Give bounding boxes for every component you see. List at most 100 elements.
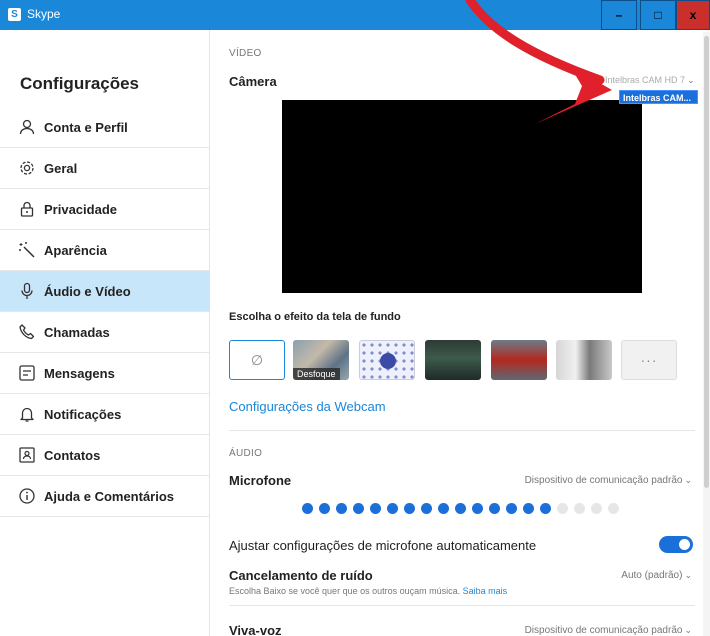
microphone-label: Microfone	[229, 473, 292, 488]
mic-level-dot	[489, 503, 500, 514]
sidebar-item-audio-e-video[interactable]: Áudio e Vídeo	[0, 271, 210, 312]
microphone-level-meter	[302, 503, 622, 515]
bell-icon	[18, 405, 36, 423]
mic-level-dot	[455, 503, 466, 514]
background-image-option[interactable]	[491, 340, 547, 380]
mic-level-dot	[353, 503, 364, 514]
chevron-down-icon: ⌄	[684, 475, 692, 485]
mic-level-dot	[591, 503, 602, 514]
mic-level-dot	[506, 503, 517, 514]
info-icon	[18, 487, 36, 505]
sidebar-item-label: Ajuda e Comentários	[44, 488, 175, 504]
sidebar-item-aparencia[interactable]: Aparência	[0, 230, 210, 271]
video-section-label: VÍDEO	[229, 48, 262, 59]
person-icon	[18, 118, 36, 136]
section-divider	[229, 605, 695, 606]
no-effect-icon: ∅	[250, 351, 264, 368]
mic-level-dot	[523, 503, 534, 514]
sidebar-item-label: Aparência	[44, 242, 107, 258]
more-backgrounds-button[interactable]: ···	[621, 340, 677, 380]
microphone-select-value: Dispositivo de comunicação padrão	[524, 475, 683, 486]
sidebar-item-label: Geral	[44, 160, 78, 176]
camera-select-value: Intelbras CAM HD 7	[605, 75, 686, 85]
maximize-button[interactable]: □	[640, 0, 676, 30]
section-divider	[229, 430, 695, 431]
background-blur-option[interactable]: Desfoque	[293, 340, 349, 380]
sidebar-item-ajuda-e-comentarios[interactable]: Ajuda e Comentários	[0, 476, 210, 517]
mic-level-dot	[387, 503, 398, 514]
maximize-icon: □	[654, 8, 662, 22]
noise-cancel-select[interactable]: Auto (padrão) ⌄	[621, 570, 692, 581]
background-image-option[interactable]	[425, 340, 481, 380]
close-button[interactable]: x	[676, 0, 710, 30]
camera-dropdown-option[interactable]: Intelbras CAM...	[619, 90, 698, 104]
more-icon: ···	[640, 352, 658, 368]
camera-preview	[282, 100, 642, 293]
sidebar-item-label: Notificações	[44, 406, 122, 422]
gear-icon	[18, 159, 36, 177]
mic-level-dot	[319, 503, 330, 514]
window-title: Skype	[27, 7, 61, 21]
scrollbar[interactable]	[703, 32, 710, 636]
learn-more-link[interactable]: Saiba mais	[463, 586, 508, 596]
mic-level-dot	[404, 503, 415, 514]
webcam-settings-link[interactable]: Configurações da Webcam	[229, 399, 386, 414]
mic-level-dot	[336, 503, 347, 514]
contact-card-icon	[18, 446, 36, 464]
microphone-select[interactable]: Dispositivo de comunicação padrão ⌄	[525, 475, 692, 486]
speaker-select-value: Dispositivo de comunicação padrão	[524, 625, 683, 636]
camera-select[interactable]: Intelbras CAM HD 7 ⌄	[605, 75, 695, 86]
close-icon: x	[689, 8, 697, 22]
audio-section-label: ÁUDIO	[229, 448, 263, 459]
mic-level-dot	[540, 503, 551, 514]
magic-wand-icon	[18, 241, 36, 259]
auto-adjust-toggle[interactable]	[659, 536, 693, 553]
mic-level-dot	[421, 503, 432, 514]
sidebar-title: Configurações	[20, 74, 140, 93]
sidebar-item-geral[interactable]: Geral	[0, 148, 210, 189]
camera-label: Câmera	[229, 74, 277, 89]
sidebar-item-chamadas[interactable]: Chamadas	[0, 312, 210, 353]
sidebar-item-label: Privacidade	[44, 201, 117, 217]
sidebar-item-mensagens[interactable]: Mensagens	[0, 353, 210, 394]
noise-cancel-help: Escolha Baixo se você quer que os outros…	[229, 586, 507, 596]
minimize-icon: –	[615, 8, 623, 22]
minimize-button[interactable]: –	[601, 0, 637, 30]
sidebar-item-label: Conta e Perfil	[44, 119, 128, 135]
message-icon	[18, 364, 36, 382]
chevron-down-icon: ⌄	[684, 625, 692, 635]
sidebar-item-label: Mensagens	[44, 365, 115, 381]
noise-cancel-help-text: Escolha Baixo se você quer que os outros…	[229, 586, 461, 596]
settings-nav: Conta e Perfil Geral Privacidade Aparênc…	[0, 107, 210, 517]
settings-sidebar: Configurações Conta e Perfil Geral Priva…	[0, 30, 210, 636]
sidebar-item-contatos[interactable]: Contatos	[0, 435, 210, 476]
mic-level-dot	[557, 503, 568, 514]
settings-content: VÍDEO Câmera Intelbras CAM HD 7 ⌄ Intelbr…	[210, 30, 710, 636]
mic-level-dot	[438, 503, 449, 514]
sidebar-item-privacidade[interactable]: Privacidade	[0, 189, 210, 230]
skype-logo-icon: S	[8, 8, 21, 21]
mic-level-dot	[608, 503, 619, 514]
sidebar-item-label: Contatos	[44, 447, 101, 463]
toggle-knob	[679, 539, 690, 550]
pattern-emblem	[380, 353, 396, 369]
sidebar-item-conta-e-perfil[interactable]: Conta e Perfil	[0, 107, 210, 148]
background-none-option[interactable]: ∅	[229, 340, 285, 380]
background-effect-title: Escolha o efeito da tela de fundo	[229, 311, 401, 323]
sidebar-item-label: Áudio e Vídeo	[44, 283, 131, 299]
background-image-option[interactable]	[556, 340, 612, 380]
blur-caption: Desfoque	[293, 368, 340, 380]
mic-level-dot	[370, 503, 381, 514]
noise-cancel-label: Cancelamento de ruído	[229, 568, 373, 583]
mic-level-dot	[302, 503, 313, 514]
microphone-icon	[18, 282, 36, 300]
speaker-select[interactable]: Dispositivo de comunicação padrão ⌄	[525, 625, 692, 636]
lock-icon	[18, 200, 36, 218]
chevron-down-icon: ⌄	[687, 75, 695, 85]
mic-level-dot	[574, 503, 585, 514]
auto-adjust-label: Ajustar configurações de microfone autom…	[229, 538, 537, 553]
sidebar-item-label: Chamadas	[44, 324, 110, 340]
scrollbar-thumb[interactable]	[704, 36, 709, 488]
background-pattern-option[interactable]	[359, 340, 415, 380]
sidebar-item-notificacoes[interactable]: Notificações	[0, 394, 210, 435]
